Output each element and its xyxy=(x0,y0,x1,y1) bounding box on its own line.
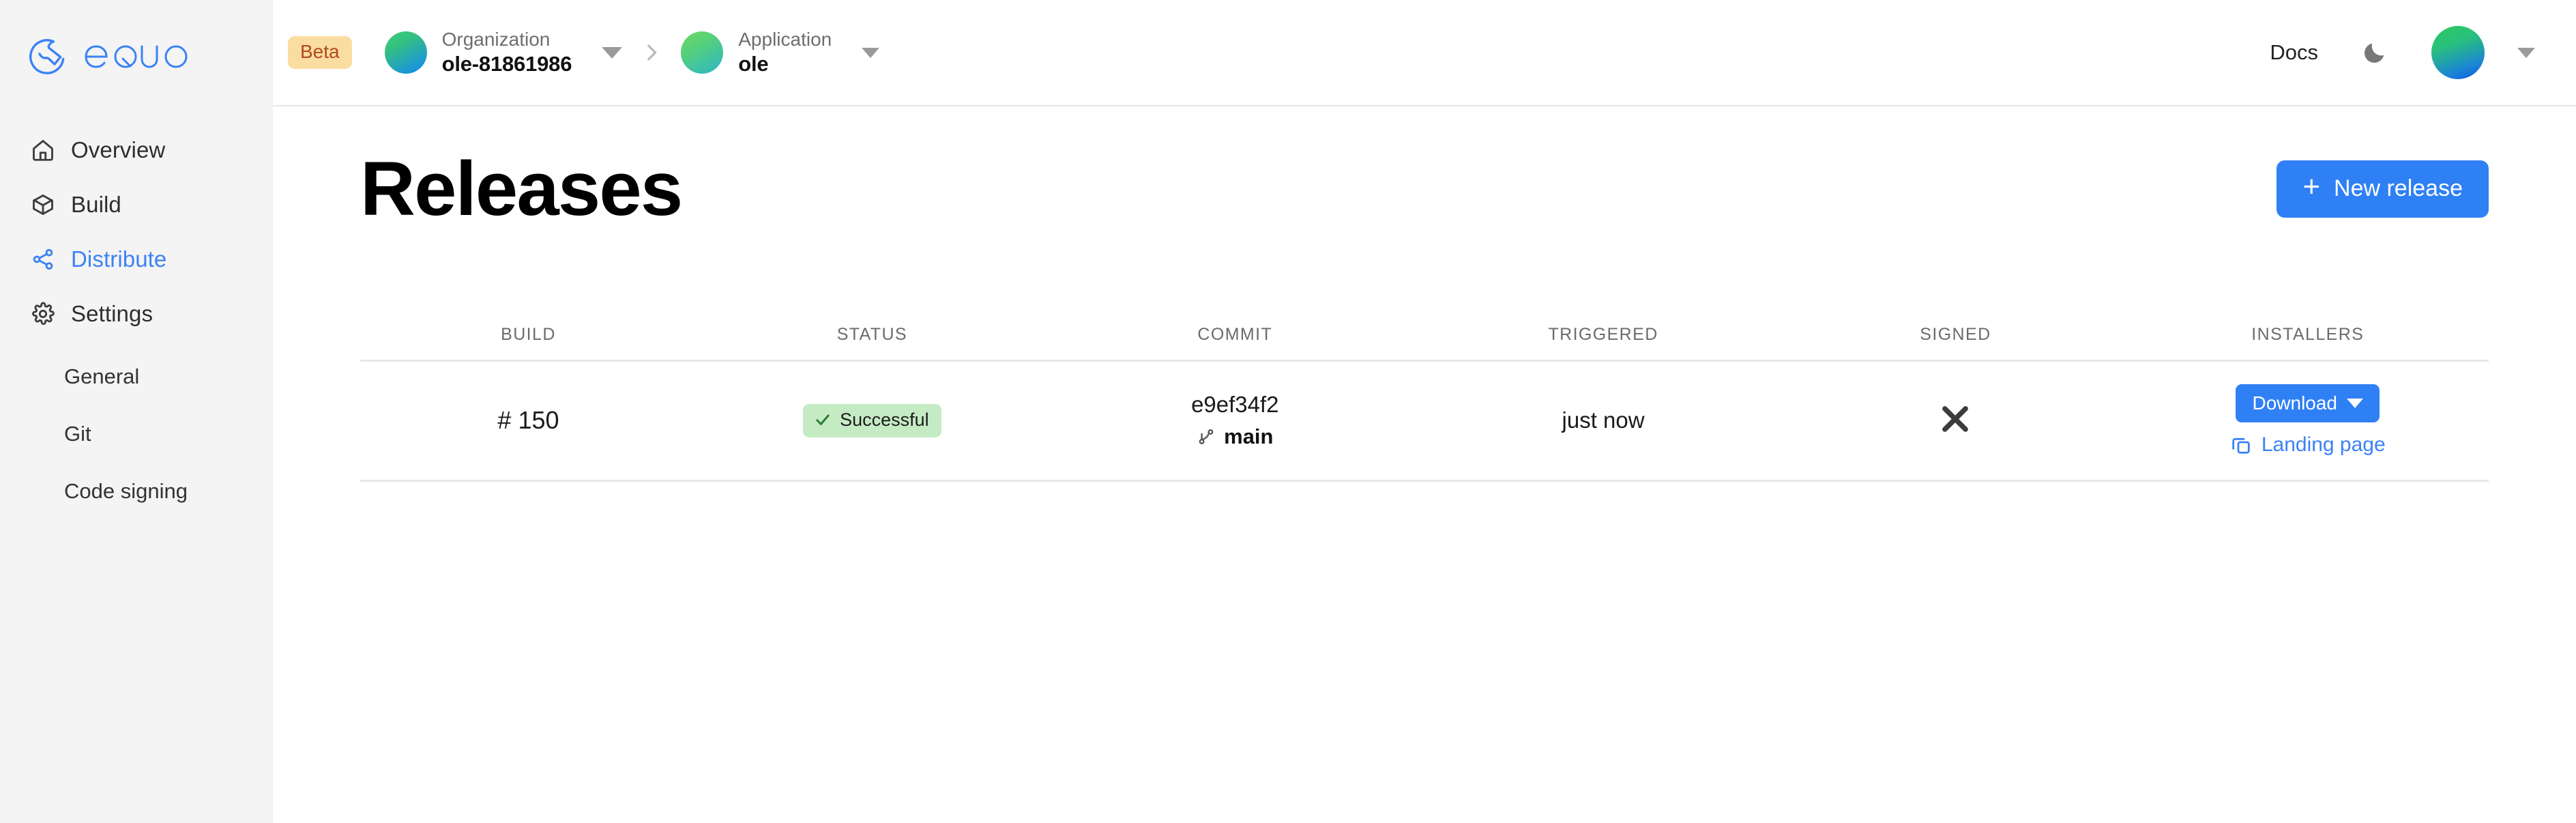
sidebar-subnav: General Git Code signing xyxy=(0,348,273,520)
column-header-status: STATUS xyxy=(697,325,1048,345)
sidebar-item-distribute[interactable]: Distribute xyxy=(0,232,273,287)
app-value: ole xyxy=(738,51,832,77)
top-header: Beta Organization ole-81861986 xyxy=(273,0,2576,106)
new-release-label: New release xyxy=(2334,175,2463,202)
copy-icon xyxy=(2230,434,2252,456)
releases-table: BUILD STATUS COMMIT TRIGGERED SIGNED INS… xyxy=(360,310,2489,482)
cell-build: # 150 xyxy=(360,406,697,435)
download-button[interactable]: Download xyxy=(2236,384,2380,422)
user-menu[interactable] xyxy=(2431,26,2535,79)
package-icon xyxy=(30,192,56,218)
beta-badge: Beta xyxy=(288,36,352,69)
docs-link[interactable]: Docs xyxy=(2270,40,2318,65)
sidebar-subitem-general[interactable]: General xyxy=(0,348,273,405)
sidebar-item-label: Build xyxy=(71,192,121,218)
status-label: Successful xyxy=(840,409,929,431)
table-header-row: BUILD STATUS COMMIT TRIGGERED SIGNED INS… xyxy=(360,310,2489,362)
org-value: ole-81861986 xyxy=(442,51,572,77)
cell-status: Successful xyxy=(697,404,1048,437)
page-title: Releases xyxy=(360,149,682,229)
org-text: Organization ole-81861986 xyxy=(442,28,572,77)
chevron-right-icon xyxy=(640,41,663,64)
commit-hash[interactable]: e9ef34f2 xyxy=(1048,392,1422,418)
gear-icon xyxy=(30,301,56,327)
commit-branch: main xyxy=(1048,424,1422,449)
sidebar-item-label: Settings xyxy=(71,301,153,327)
new-release-button[interactable]: + New release xyxy=(2277,160,2489,218)
landing-page-link[interactable]: Landing page xyxy=(2230,433,2386,457)
sidebar-nav: Overview Build Distribute Settings xyxy=(0,123,273,520)
column-header-installers: INSTALLERS xyxy=(2127,325,2489,345)
app-root: Overview Build Distribute Settings xyxy=(0,0,2576,823)
application-avatar-icon xyxy=(681,31,723,74)
column-header-commit: COMMIT xyxy=(1048,325,1422,345)
sidebar: Overview Build Distribute Settings xyxy=(0,0,273,823)
landing-page-label: Landing page xyxy=(2262,433,2386,457)
page-header: Releases + New release xyxy=(360,106,2489,229)
app-label: Application xyxy=(738,28,832,51)
app-selector[interactable]: Application ole xyxy=(681,28,879,77)
equo-horse-circle-logo-icon xyxy=(25,31,71,78)
column-header-signed: SIGNED xyxy=(1784,325,2126,345)
share-icon xyxy=(30,246,56,272)
table-row[interactable]: # 150 Successful e9ef34f2 xyxy=(360,362,2489,482)
org-label: Organization xyxy=(442,28,572,51)
chevron-down-icon[interactable] xyxy=(862,48,879,58)
moon-icon[interactable] xyxy=(2359,37,2390,68)
page-body: Releases + New release BUILD STATUS COMM… xyxy=(273,106,2576,823)
cell-installers: Download Landing page xyxy=(2127,384,2489,457)
download-label: Download xyxy=(2252,392,2337,414)
triggered-time: just now xyxy=(1562,407,1645,433)
cell-commit: e9ef34f2 main xyxy=(1048,392,1422,449)
sidebar-item-label: Distribute xyxy=(71,246,166,272)
column-header-triggered: TRIGGERED xyxy=(1422,325,1784,345)
user-avatar-icon xyxy=(2431,26,2485,79)
cell-triggered: just now xyxy=(1422,407,1784,433)
chevron-down-icon[interactable] xyxy=(602,47,622,59)
sidebar-item-label: Overview xyxy=(71,137,165,163)
x-icon xyxy=(1937,401,1973,437)
sidebar-item-build[interactable]: Build xyxy=(0,177,273,232)
main-content: Beta Organization ole-81861986 xyxy=(273,0,2576,823)
home-icon xyxy=(30,137,56,163)
check-icon xyxy=(814,411,832,429)
organization-avatar-icon xyxy=(385,31,427,74)
branch-name: main xyxy=(1224,424,1273,449)
chevron-down-icon[interactable] xyxy=(2517,48,2535,58)
installers-actions: Download Landing page xyxy=(2127,384,2489,457)
git-branch-icon xyxy=(1197,427,1216,446)
chevron-down-icon xyxy=(2347,399,2363,408)
status-badge: Successful xyxy=(803,404,941,437)
plus-icon: + xyxy=(2302,177,2320,198)
sidebar-subitem-code-signing[interactable]: Code signing xyxy=(0,463,273,520)
build-number: # 150 xyxy=(497,406,559,434)
equo-wordmark xyxy=(80,38,195,72)
brand-logo[interactable] xyxy=(0,23,273,86)
app-text: Application ole xyxy=(738,28,832,77)
sidebar-subitem-git[interactable]: Git xyxy=(0,405,273,463)
sidebar-item-overview[interactable]: Overview xyxy=(0,123,273,177)
org-selector[interactable]: Organization ole-81861986 xyxy=(385,28,623,77)
column-header-build: BUILD xyxy=(360,325,697,345)
breadcrumb: Organization ole-81861986 Application ol… xyxy=(385,28,880,77)
cell-signed xyxy=(1784,401,2126,440)
sidebar-item-settings[interactable]: Settings xyxy=(0,287,273,341)
top-header-actions: Docs xyxy=(2270,26,2535,79)
